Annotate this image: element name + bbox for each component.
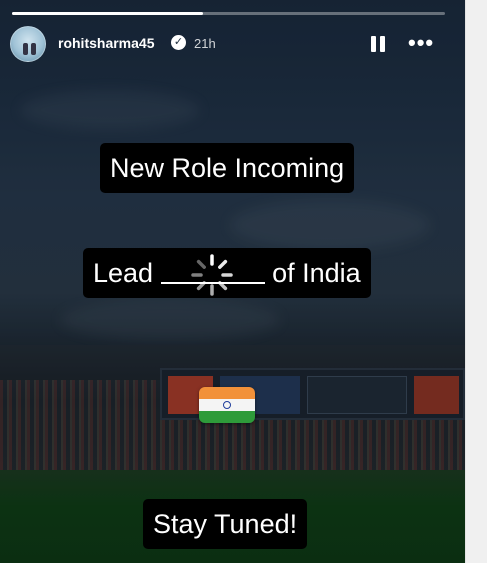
caption-lead-prefix: Lead (93, 258, 154, 288)
caption-lead-suffix: of India (272, 258, 361, 288)
caption-new-role: New Role Incoming (100, 143, 355, 193)
username[interactable]: rohitsharma45 (58, 35, 154, 51)
verified-badge-icon: ✓ (171, 35, 186, 50)
caption-lead: Lead of India (83, 248, 371, 298)
caption-stay-tuned: Stay Tuned! (143, 499, 308, 549)
pause-icon[interactable] (371, 36, 385, 52)
more-dots-icon[interactable]: ••• (408, 32, 436, 54)
caption-blank (160, 254, 265, 296)
story-progress-bar (12, 12, 445, 15)
avatar[interactable] (10, 26, 46, 62)
timestamp: 21h (194, 36, 216, 51)
india-flag-icon (199, 387, 255, 423)
page-side-margin (465, 0, 487, 563)
story-header: rohitsharma45 ✓ 21h ••• (10, 26, 450, 62)
loading-spinner-icon (190, 254, 233, 296)
story-viewer[interactable]: rohitsharma45 ✓ 21h ••• New Role Incomin… (0, 0, 465, 563)
story-progress-fill (12, 12, 203, 15)
